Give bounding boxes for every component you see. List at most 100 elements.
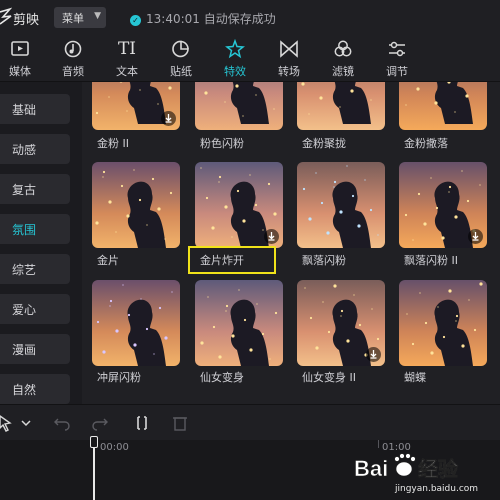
sparkle-dot	[158, 306, 162, 310]
split-icon[interactable]	[132, 413, 152, 433]
tab-media[interactable]: 媒体	[0, 36, 40, 82]
main-toolbar: 媒体 音频 TI 文本 贴纸 特效 转场 滤镜 调节	[0, 36, 500, 82]
sparkle-dot	[423, 222, 427, 226]
effect-thumbnail[interactable]	[399, 280, 487, 366]
sparkle-dot	[95, 221, 99, 225]
effect-thumbnail[interactable]	[297, 280, 385, 366]
sparkle-dot	[346, 339, 350, 343]
tab-adjust[interactable]: 调节	[377, 36, 417, 82]
sparkle-dot	[231, 236, 233, 238]
sparkle-dot	[350, 89, 354, 93]
effect-label: 金粉撒落	[404, 137, 448, 150]
sparkle-dot	[218, 355, 222, 359]
download-icon[interactable]	[161, 111, 176, 126]
timeline-toolbar	[0, 404, 500, 440]
silhouette-shape	[230, 299, 269, 366]
sparkle-dot	[200, 167, 202, 169]
tab-audio[interactable]: 音频	[53, 36, 93, 82]
sparkle-dot	[224, 101, 226, 103]
download-icon[interactable]	[468, 229, 483, 244]
effect-label: 仙女变身 II	[302, 371, 356, 384]
redo-icon[interactable]	[90, 413, 110, 433]
tab-audio-label: 音频	[62, 65, 84, 78]
category-atmosphere[interactable]: 氛围	[0, 214, 70, 244]
tab-transition[interactable]: 转场	[269, 36, 309, 82]
sparkle-dot	[225, 310, 227, 312]
sparkle-dot	[126, 110, 128, 112]
category-love[interactable]: 爱心	[0, 294, 70, 324]
sparkle-dot	[120, 184, 124, 188]
effect-thumbnail[interactable]	[92, 280, 180, 366]
sparkle-dot	[412, 239, 414, 241]
sparkle-dot	[269, 358, 271, 360]
silhouette-image	[96, 284, 173, 366]
download-icon[interactable]	[264, 229, 279, 244]
playhead[interactable]	[93, 440, 95, 500]
category-retro[interactable]: 复古	[0, 174, 70, 204]
sparkle-dot	[309, 316, 313, 320]
tab-text-label: 文本	[116, 65, 138, 78]
sparkle-dot	[442, 335, 446, 339]
silhouette-image	[406, 282, 483, 366]
sparkle-dot	[327, 330, 331, 334]
sparkle-dot	[346, 165, 348, 167]
sparkle-dot	[441, 236, 445, 240]
playhead-handle[interactable]	[90, 436, 98, 448]
sparkle-dot	[304, 287, 306, 289]
sparkle-dot	[164, 238, 166, 240]
silhouette-shape	[332, 181, 371, 248]
tab-filter[interactable]: 滤镜	[323, 36, 363, 82]
category-variety[interactable]: 综艺	[0, 254, 70, 284]
menu-button[interactable]: 菜单 ▼	[54, 7, 106, 28]
chevron-down-icon[interactable]	[16, 413, 36, 433]
sticker-icon	[172, 40, 189, 58]
sparkle-dot	[218, 181, 220, 183]
sparkle-dot	[249, 348, 253, 352]
effect-label: 冲屏闪粉	[97, 371, 141, 384]
sparkle-dot	[109, 305, 111, 307]
effect-thumbnail[interactable]	[399, 162, 487, 248]
sparkle-dot	[308, 113, 310, 115]
sparkle-dot	[479, 184, 481, 186]
sparkle-dot	[357, 224, 361, 228]
sparkle-dot	[108, 96, 110, 98]
ruler-mark-start: 00:00	[100, 442, 129, 453]
sparkle-dot	[461, 170, 463, 172]
sparkle-dot	[370, 99, 372, 101]
sparkle-dot	[301, 82, 305, 86]
watermark-subtext: jingyan.baidu.com	[395, 484, 479, 494]
sparkle-dot	[169, 191, 173, 195]
sparkle-dot	[435, 206, 439, 210]
effect-thumbnail[interactable]	[195, 162, 283, 248]
menu-label: 菜单	[62, 12, 84, 25]
category-basic[interactable]: 基础	[0, 94, 70, 124]
sparkle-dot	[115, 329, 119, 333]
silhouette-shape	[434, 299, 473, 366]
undo-icon[interactable]	[52, 413, 72, 433]
save-time: 13:40:01	[146, 12, 200, 26]
cursor-select-icon[interactable]	[0, 413, 16, 433]
tab-text[interactable]: TI 文本	[107, 36, 147, 82]
category-dynamic[interactable]: 动感	[0, 134, 70, 164]
text-icon: TI	[117, 39, 137, 59]
effect-thumbnail[interactable]	[297, 162, 385, 248]
effect-thumbnail[interactable]	[92, 162, 180, 248]
sparkle-dot	[377, 234, 379, 236]
effect-thumbnail[interactable]	[195, 280, 283, 366]
category-nature[interactable]: 自然	[0, 374, 70, 404]
delete-icon[interactable]	[170, 413, 190, 433]
sparkle-dot	[302, 187, 306, 191]
filter-icon	[334, 40, 352, 57]
download-icon[interactable]	[366, 347, 381, 362]
tab-sticker[interactable]: 贴纸	[161, 36, 201, 82]
sparkle-dot	[127, 313, 131, 317]
effect-label: 金片	[97, 254, 119, 267]
sparkle-dot	[274, 311, 278, 315]
sparkle-dot	[207, 296, 209, 298]
sparkle-dot	[434, 101, 438, 105]
sparkle-dot	[376, 337, 380, 341]
tab-effects[interactable]: 特效	[215, 36, 255, 82]
sparkle-dot	[151, 177, 155, 181]
category-comic[interactable]: 漫画	[0, 334, 70, 364]
effect-label: 金粉聚拢	[302, 137, 346, 150]
